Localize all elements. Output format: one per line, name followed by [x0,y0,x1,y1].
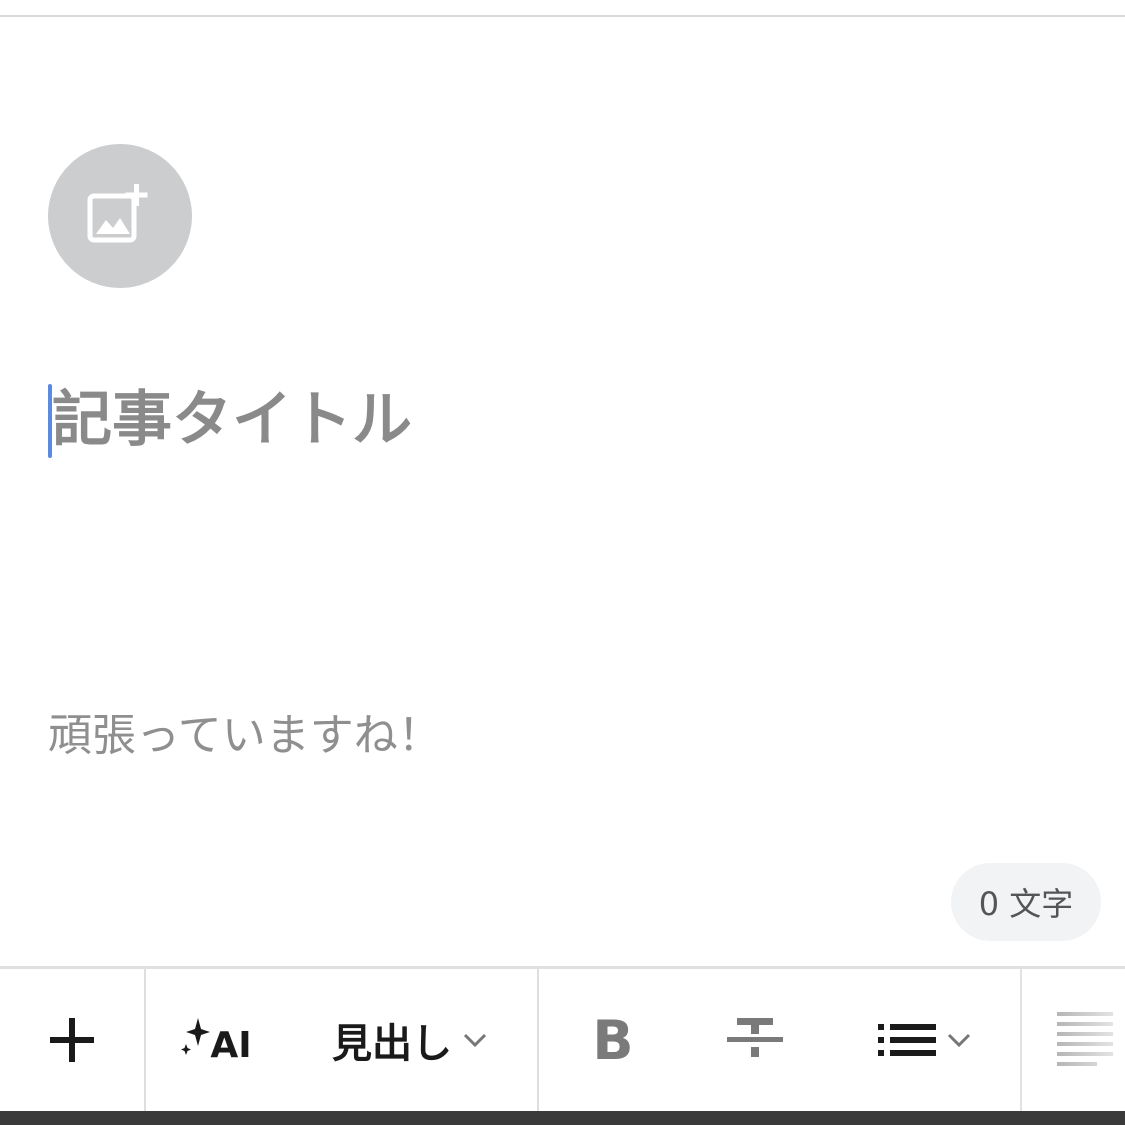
title-placeholder: 記事タイトル [52,385,412,455]
align-icon [1056,1012,1113,1066]
chevron-down-icon [947,1033,971,1048]
heading-label: 見出し [332,1021,452,1067]
toolbar-divider [1020,969,1022,1111]
add-cover-image-button[interactable] [48,144,192,288]
toolbar-divider [537,969,539,1111]
sparkle-icon [181,1018,211,1055]
format-toolbar: AI 見出し B [0,966,1125,1111]
bold-button[interactable]: B [550,969,676,1111]
strikethrough-icon [727,1018,783,1057]
list-dropdown[interactable] [850,969,1000,1111]
top-divider [0,15,1125,17]
strikethrough-button[interactable] [690,969,820,1111]
heading-dropdown[interactable]: 見出し [300,969,520,1111]
add-block-button[interactable] [0,969,144,1111]
plus-icon [50,1018,94,1062]
chevron-down-icon [463,1033,487,1048]
bold-label: B [592,1008,634,1072]
ai-label: AI [210,1024,252,1066]
align-button[interactable] [1040,969,1125,1111]
bottom-edge [0,1111,1125,1125]
ai-button[interactable]: AI [146,969,286,1111]
add-image-icon [87,184,148,243]
list-icon [878,1024,936,1056]
char-count-badge: 0 文字 [951,863,1101,941]
body-input[interactable]: 頑張っていますね！ [48,704,442,768]
editor-page: 記事タイトル 頑張っていますね！ 0 文字 AI 見出し B [0,0,1125,1125]
